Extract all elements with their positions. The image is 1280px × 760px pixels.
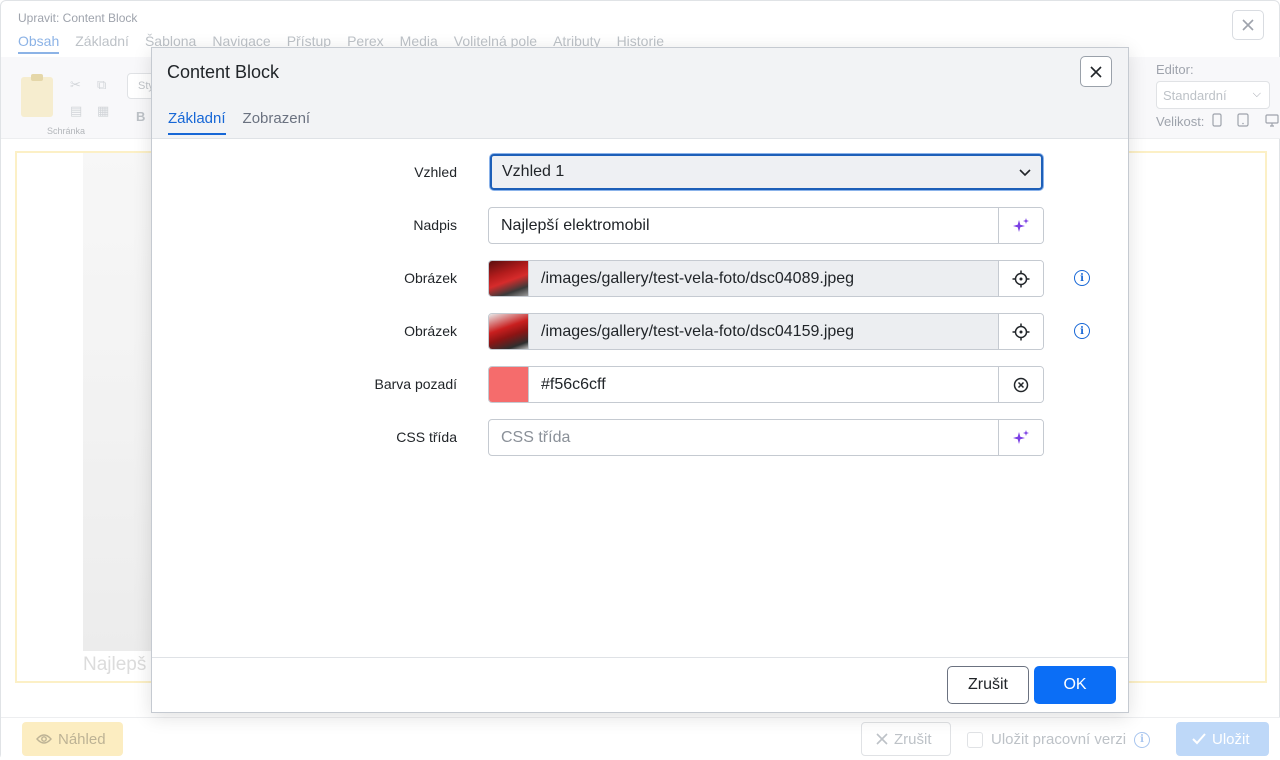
image2-pick-button[interactable] [998,314,1043,349]
dialog-close-button[interactable] [1080,56,1112,87]
appearance-row: Vzhled Vzhled 1 [152,154,1128,192]
appearance-select-value: Vzhled 1 [502,163,565,180]
image2-thumbnail[interactable] [489,314,529,349]
appearance-select[interactable]: Vzhled 1 [490,154,1043,190]
heading-row: Nadpis Najlepší elektromobil [152,207,1128,245]
dialog-ok-button[interactable]: OK [1034,666,1116,704]
ai-assist-button[interactable] [998,420,1043,455]
css-class-label: CSS třída [396,429,457,445]
dialog-tabs: Základní Zobrazení [168,110,310,135]
image2-input[interactable]: /images/gallery/test-vela-foto/dsc04159.… [529,314,998,349]
image1-field: /images/gallery/test-vela-foto/dsc04089.… [488,260,1044,297]
heading-input[interactable]: Najlepší elektromobil [489,208,998,243]
image2-label: Obrázek [404,323,457,339]
dialog-cancel-button[interactable]: Zrušit [947,666,1029,704]
bg-color-field: #f56c6cff [488,366,1044,403]
image2-row: Obrázek /images/gallery/test-vela-foto/d… [152,313,1128,351]
dialog-title: Content Block [167,62,280,82]
image1-thumbnail[interactable] [489,261,529,296]
css-class-field: CSS třída [488,419,1044,456]
info-icon[interactable]: i [1074,270,1090,286]
content-block-dialog: Content Block Základní Zobrazení Vzhled … [151,47,1129,713]
image1-pick-button[interactable] [998,261,1043,296]
appearance-label: Vzhled [414,164,457,180]
heading-field: Najlepší elektromobil [488,207,1044,244]
image1-label: Obrázek [404,270,457,286]
info-icon[interactable]: i [1074,323,1090,339]
css-class-input[interactable]: CSS třída [489,420,998,455]
image1-input[interactable]: /images/gallery/test-vela-foto/dsc04089.… [529,261,998,296]
sparkle-icon [1013,217,1029,232]
crosshair-icon [1012,270,1030,287]
ai-assist-button[interactable] [998,208,1043,243]
image2-field: /images/gallery/test-vela-foto/dsc04159.… [488,313,1044,350]
tab-zakladni[interactable]: Základní [168,110,226,135]
dialog-header: Content Block Základní Zobrazení [152,48,1128,139]
sparkle-icon [1013,429,1029,444]
heading-label: Nadpis [413,217,457,233]
crosshair-icon [1012,323,1030,340]
bg-color-input[interactable]: #f56c6cff [529,367,998,402]
tab-zobrazeni[interactable]: Zobrazení [243,110,311,135]
bg-color-row: Barva pozadí #f56c6cff [152,366,1128,404]
clear-color-button[interactable] [998,367,1043,402]
bg-color-label: Barva pozadí [374,376,458,392]
dialog-footer: Zrušit OK [152,657,1128,712]
clear-circle-icon [1013,377,1029,392]
image1-row: Obrázek /images/gallery/test-vela-foto/d… [152,260,1128,298]
css-class-row: CSS třída CSS třída [152,419,1128,457]
close-icon [1090,65,1102,78]
color-swatch[interactable] [489,367,529,402]
chevron-down-icon [1019,169,1031,177]
